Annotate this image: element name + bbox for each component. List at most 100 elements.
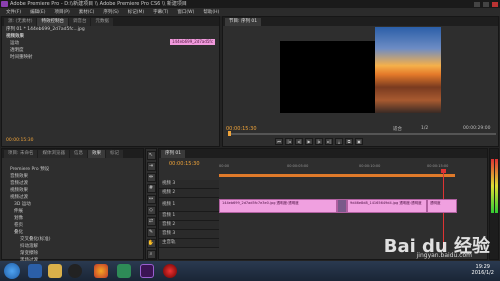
- tab-source[interactable]: 源: (无素材): [4, 18, 37, 26]
- selection-tool-icon[interactable]: ↖: [146, 151, 156, 160]
- effects-item[interactable]: Premiere Pro 预设: [2, 166, 143, 173]
- pen-tool-icon[interactable]: ✎: [146, 228, 156, 237]
- menu-clip[interactable]: 素材(C): [79, 9, 95, 15]
- effects-item[interactable]: 卷页: [2, 222, 143, 229]
- fit-select[interactable]: 适合: [393, 126, 402, 132]
- clip-thumbnail: [337, 199, 347, 213]
- go-to-out-button[interactable]: ▸|: [325, 138, 333, 145]
- effect-row-opacity[interactable]: 透明度: [2, 47, 219, 54]
- window-title: Adobe Premiere Pro - D:\\新建项目 \\ Adobe P…: [10, 1, 187, 7]
- tab-effects[interactable]: 效果: [87, 150, 105, 158]
- media-player-icon[interactable]: [117, 264, 131, 278]
- track-video-2[interactable]: 视频 2: [159, 189, 219, 198]
- timeline-timecode[interactable]: 00:00:15:30: [169, 161, 200, 167]
- export-frame-button[interactable]: ▣: [355, 138, 363, 145]
- resolution-select[interactable]: 1/2: [421, 126, 428, 131]
- clip-image-1[interactable]: 144eb699_2d7ad5fc7e3e0.jpg 透明度:透明度: [219, 199, 337, 213]
- mark-out-button[interactable]: ◂|: [295, 138, 303, 145]
- tab-metadata[interactable]: 元数据: [91, 18, 113, 26]
- effects-panel: 项目: 未命名 媒体浏览器 信息 效果 标记 Premiere Pro 预设 音…: [1, 148, 144, 263]
- clip-chip[interactable]: 144eb699_2d7ad5fc: [170, 39, 216, 45]
- playhead-marker[interactable]: [228, 131, 231, 136]
- effects-item[interactable]: 交叉叠化(标准): [2, 236, 143, 243]
- hand-tool-icon[interactable]: ✋: [146, 239, 156, 248]
- mark-in-button[interactable]: |◂: [285, 138, 293, 145]
- tab-project[interactable]: 项目: 未命名: [4, 150, 38, 158]
- qq-icon[interactable]: [68, 264, 82, 278]
- slip-tool-icon[interactable]: ⇄: [146, 217, 156, 226]
- menu-window[interactable]: 窗口(W): [177, 9, 194, 15]
- recorder-icon[interactable]: [163, 264, 177, 278]
- effects-list: Premiere Pro 预设 音频效果 音频过渡 视频效果 视频过渡 3D 运…: [2, 158, 143, 264]
- effects-item[interactable]: 视频效果: [2, 187, 143, 194]
- effects-item[interactable]: 音频过渡: [2, 180, 143, 187]
- rolling-edit-tool-icon[interactable]: #: [146, 184, 156, 193]
- close-button[interactable]: [492, 1, 498, 7]
- maximize-button[interactable]: [483, 1, 489, 7]
- premiere-taskbar-icon[interactable]: [140, 264, 154, 278]
- lift-button[interactable]: ⤓: [335, 138, 343, 145]
- duration-timecode: 00:00:29:00: [463, 126, 491, 131]
- program-scrubber[interactable]: [228, 133, 496, 135]
- firefox-icon[interactable]: [94, 264, 108, 278]
- start-button-icon[interactable]: [4, 263, 20, 279]
- ruler-label: 00:00: [219, 164, 230, 168]
- menu-sequence[interactable]: 序列(S): [103, 9, 118, 15]
- ruler-label: 00:00:15:00: [427, 164, 449, 168]
- menu-title[interactable]: 字幕(T): [153, 9, 168, 15]
- clip-image-3[interactable]: 透明度: [427, 199, 457, 213]
- meter-right: [494, 159, 498, 249]
- extract-button[interactable]: ⧉: [345, 138, 353, 145]
- source-timecode[interactable]: 00:00:15:30: [2, 137, 33, 144]
- clip-label: 序列 01 * 144eb699_2d7ad5fc...jpg: [6, 27, 85, 32]
- playhead-handle[interactable]: [441, 169, 446, 173]
- clip-image-2[interactable]: 9d46e8d8_14165649d4.jpg 透明度:透明度: [347, 199, 427, 213]
- track-video-3[interactable]: 视频 3: [159, 180, 219, 189]
- ruler-label: 00:00:10:00: [359, 164, 381, 168]
- project-tabbar: 项目: 未命名 媒体浏览器 信息 效果 标记: [2, 149, 143, 158]
- tab-effect-controls[interactable]: 特效控制台: [37, 18, 68, 26]
- tab-markers[interactable]: 标记: [105, 150, 123, 158]
- marker-button[interactable]: ⏮: [275, 138, 283, 145]
- effects-item[interactable]: 3D 运动: [2, 201, 143, 208]
- system-clock[interactable]: 19:29 2016/1/2: [472, 264, 494, 276]
- razor-tool-icon[interactable]: ◇: [146, 206, 156, 215]
- ripple-edit-tool-icon[interactable]: ⇹: [146, 173, 156, 182]
- effects-item[interactable]: 视频过渡: [2, 194, 143, 201]
- tab-program[interactable]: 节目: 序列 01: [225, 18, 262, 26]
- menu-file[interactable]: 文件(F): [6, 9, 21, 15]
- effect-controls-panel: 源: (无素材) 特效控制台 调音台 元数据 序列 01 * 144eb699_…: [1, 16, 220, 147]
- track-video-1[interactable]: 视频 1: [159, 198, 219, 212]
- track-master[interactable]: 主音轨: [159, 239, 219, 248]
- effects-item[interactable]: 音频效果: [2, 173, 143, 180]
- zoom-tool-icon[interactable]: ⌕: [146, 250, 156, 259]
- track-audio-2[interactable]: 音频 2: [159, 221, 219, 230]
- step-forward-button[interactable]: |▸: [315, 138, 323, 145]
- source-tabbar: 源: (无素材) 特效控制台 调音台 元数据: [2, 17, 219, 26]
- effect-row-time-remap[interactable]: 时间重映射: [2, 54, 219, 61]
- tab-info[interactable]: 信息: [69, 150, 87, 158]
- timeline-tabbar: 序列 01: [159, 149, 487, 158]
- rate-stretch-tool-icon[interactable]: ↔: [146, 195, 156, 204]
- folder-icon[interactable]: [48, 264, 62, 278]
- track-audio-1[interactable]: 音频 1: [159, 212, 219, 221]
- effects-item[interactable]: 抖动溶解: [2, 243, 143, 250]
- work-area-bar[interactable]: [219, 174, 455, 177]
- menu-edit[interactable]: 编辑(E): [30, 9, 45, 15]
- menu-help[interactable]: 帮助(H): [203, 9, 219, 15]
- tab-media-browser[interactable]: 媒体浏览器: [38, 150, 69, 158]
- effects-item[interactable]: 划像: [2, 215, 143, 222]
- play-button[interactable]: ▶: [305, 138, 313, 145]
- effects-item[interactable]: 叠化: [2, 229, 143, 236]
- premiere-icon: [1, 1, 8, 7]
- tab-sequence[interactable]: 序列 01: [161, 150, 186, 158]
- menu-project[interactable]: 项目(P): [54, 9, 69, 15]
- track-audio-3[interactable]: 音频 3: [159, 230, 219, 239]
- effects-item[interactable]: 伸展: [2, 208, 143, 215]
- effects-item[interactable]: 渐变擦除: [2, 250, 143, 257]
- track-select-tool-icon[interactable]: ⇥: [146, 162, 156, 171]
- tab-audio-mixer[interactable]: 调音台: [68, 18, 91, 26]
- ie-icon[interactable]: [28, 264, 42, 278]
- menu-marker[interactable]: 标记(M): [128, 9, 144, 15]
- minimize-button[interactable]: [474, 1, 480, 7]
